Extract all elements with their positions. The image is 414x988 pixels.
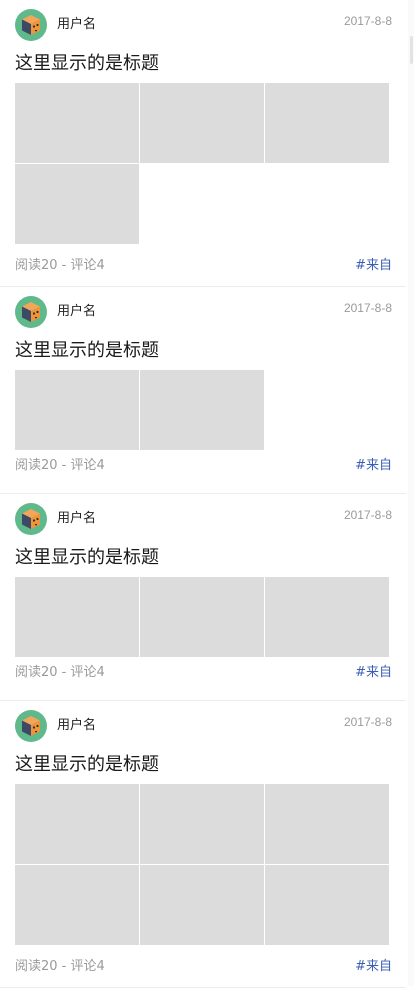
username[interactable]: 用户名 bbox=[57, 17, 96, 33]
image-thumbnail[interactable] bbox=[140, 784, 264, 864]
post-title[interactable]: 这里显示的是标题 bbox=[15, 339, 159, 363]
source-link[interactable]: #来自 bbox=[355, 258, 392, 274]
image-thumbnail[interactable] bbox=[265, 83, 389, 163]
post-title[interactable]: 这里显示的是标题 bbox=[15, 546, 159, 570]
image-thumbnail[interactable] bbox=[140, 865, 264, 945]
robot-avatar-icon[interactable] bbox=[15, 9, 47, 41]
image-grid bbox=[15, 784, 390, 945]
username[interactable]: 用户名 bbox=[57, 718, 96, 734]
post-title[interactable]: 这里显示的是标题 bbox=[15, 753, 159, 777]
image-thumbnail[interactable] bbox=[265, 577, 389, 657]
scrollbar-thumb[interactable] bbox=[410, 36, 413, 64]
username[interactable]: 用户名 bbox=[57, 511, 96, 527]
username[interactable]: 用户名 bbox=[57, 304, 96, 320]
post-stats: 阅读20 - 评论4 bbox=[15, 959, 105, 974]
image-grid bbox=[15, 370, 390, 450]
image-thumbnail[interactable] bbox=[15, 83, 139, 163]
post-feed: 用户名 2017-8-8 这里显示的是标题 阅读20 - 评论4 #来自 用户名… bbox=[0, 0, 406, 988]
image-grid bbox=[15, 83, 390, 244]
post-card[interactable]: 用户名 2017-8-8 这里显示的是标题 阅读20 - 评论4 #来自 bbox=[0, 701, 406, 988]
image-thumbnail[interactable] bbox=[15, 577, 139, 657]
post-date: 2017-8-8 bbox=[343, 508, 392, 522]
robot-avatar-icon[interactable] bbox=[15, 710, 47, 742]
post-stats: 阅读20 - 评论4 bbox=[15, 665, 105, 680]
image-thumbnail[interactable] bbox=[265, 784, 389, 864]
image-thumbnail[interactable] bbox=[140, 577, 264, 657]
source-link[interactable]: #来自 bbox=[355, 665, 392, 681]
image-thumbnail[interactable] bbox=[15, 164, 139, 244]
image-grid bbox=[15, 577, 390, 657]
source-link[interactable]: #来自 bbox=[355, 458, 392, 474]
image-thumbnail[interactable] bbox=[15, 784, 139, 864]
image-thumbnail[interactable] bbox=[265, 865, 389, 945]
post-card[interactable]: 用户名 2017-8-8 这里显示的是标题 阅读20 - 评论4 #来自 bbox=[0, 494, 406, 701]
image-thumbnail[interactable] bbox=[140, 83, 264, 163]
image-thumbnail[interactable] bbox=[140, 370, 264, 450]
scrollbar[interactable] bbox=[408, 0, 414, 986]
post-date: 2017-8-8 bbox=[343, 715, 392, 729]
post-card[interactable]: 用户名 2017-8-8 这里显示的是标题 阅读20 - 评论4 #来自 bbox=[0, 287, 406, 494]
post-date: 2017-8-8 bbox=[343, 14, 392, 28]
image-thumbnail[interactable] bbox=[15, 865, 139, 945]
post-date: 2017-8-8 bbox=[343, 301, 392, 315]
post-stats: 阅读20 - 评论4 bbox=[15, 458, 105, 473]
robot-avatar-icon[interactable] bbox=[15, 503, 47, 535]
robot-avatar-icon[interactable] bbox=[15, 296, 47, 328]
post-stats: 阅读20 - 评论4 bbox=[15, 258, 105, 273]
image-thumbnail[interactable] bbox=[15, 370, 139, 450]
post-card[interactable]: 用户名 2017-8-8 这里显示的是标题 阅读20 - 评论4 #来自 bbox=[0, 0, 406, 287]
source-link[interactable]: #来自 bbox=[355, 959, 392, 975]
post-title[interactable]: 这里显示的是标题 bbox=[15, 52, 159, 76]
